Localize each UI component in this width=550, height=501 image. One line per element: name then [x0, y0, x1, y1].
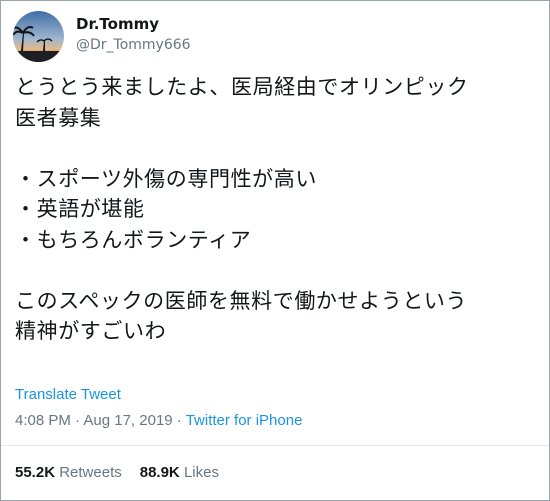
tweet-line: 医者募集	[15, 105, 102, 130]
avatar[interactable]	[13, 11, 64, 62]
retweets-label: Retweets	[59, 464, 122, 481]
tweet-time[interactable]: 4:08 PM	[15, 412, 71, 429]
user-names: Dr.Tommy @Dr_Tommy666	[76, 14, 191, 55]
display-name[interactable]: Dr.Tommy	[76, 14, 191, 34]
tweet-line: ・英語が堪能	[15, 197, 145, 221]
tweet-date[interactable]: Aug 17, 2019	[83, 412, 172, 429]
meta-separator: ·	[70, 412, 84, 429]
tweet-line: とうとう来ましたよ、医局経由でオリンピック	[15, 75, 469, 99]
tweet-stats: 55.2K Retweets 88.9K Likes	[15, 464, 237, 481]
divider	[1, 445, 549, 446]
tweet-header: Dr.Tommy @Dr_Tommy666	[13, 11, 533, 63]
user-handle[interactable]: @Dr_Tommy666	[76, 35, 191, 55]
sunset-palm-avatar-icon	[13, 11, 64, 62]
tweet-line: このスペックの医師を無料で働かせようという	[15, 288, 468, 313]
retweets-stat[interactable]: 55.2K Retweets	[15, 464, 122, 481]
translate-tweet-link[interactable]: Translate Tweet	[15, 386, 121, 403]
tweet-meta: 4:08 PM · Aug 17, 2019 · Twitter for iPh…	[15, 412, 302, 429]
tweet-line: 精神がすごいわ	[15, 319, 167, 343]
tweet-text: とうとう来ましたよ、医局経由でオリンピック 医者募集 ・スポーツ外傷の専門性が高…	[15, 72, 540, 347]
retweets-count: 55.2K	[15, 464, 56, 481]
tweet-card: Dr.Tommy @Dr_Tommy666 とうとう来ましたよ、医局経由でオリン…	[0, 0, 550, 501]
likes-label: Likes	[183, 464, 219, 481]
tweet-line: ・もちろんボランティア	[15, 227, 252, 252]
likes-count: 88.9K	[139, 464, 180, 481]
tweet-line: ・スポーツ外傷の専門性が高い	[15, 166, 317, 191]
tweet-source-link[interactable]: Twitter for iPhone	[186, 412, 303, 429]
likes-stat[interactable]: 88.9K Likes	[140, 464, 219, 481]
meta-separator: ·	[172, 412, 186, 429]
